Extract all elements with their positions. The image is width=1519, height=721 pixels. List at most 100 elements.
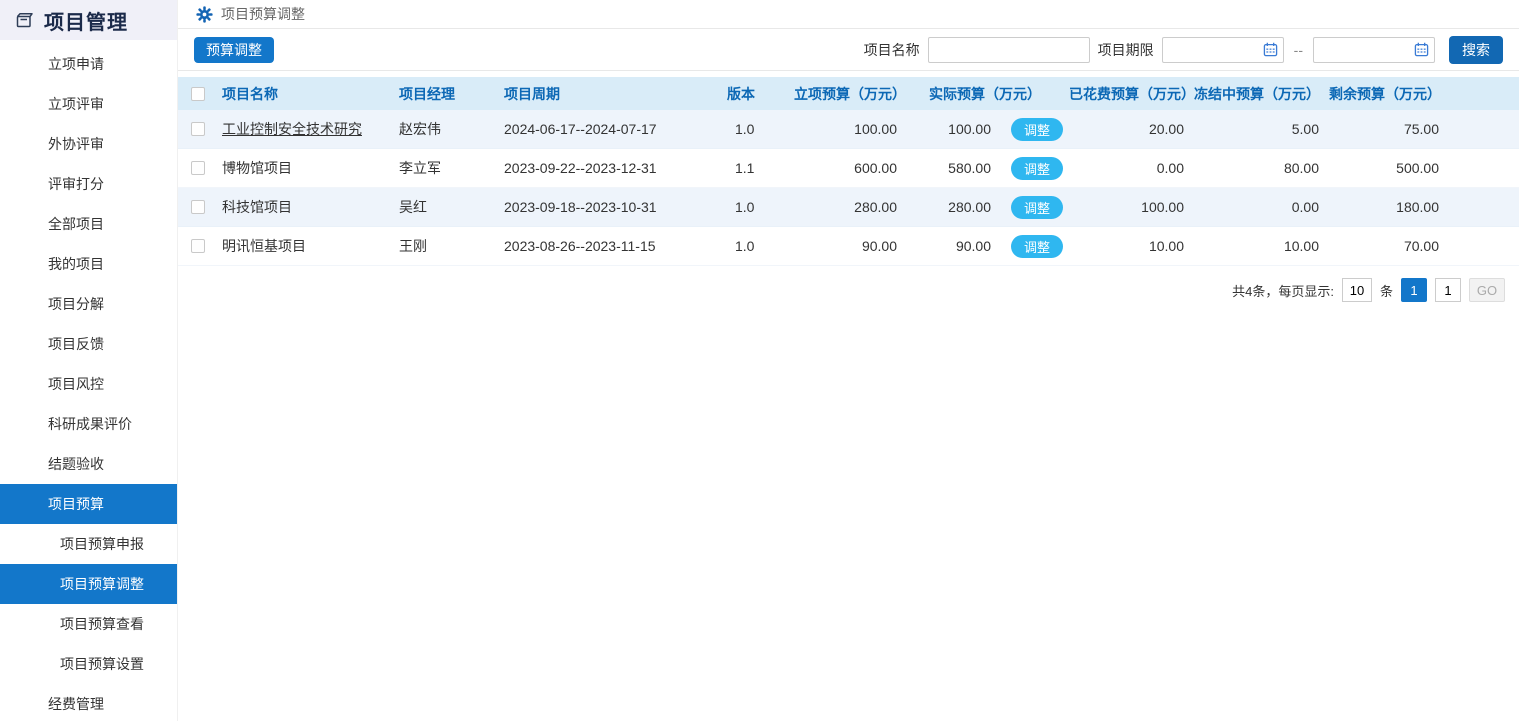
row-checkbox[interactable] bbox=[191, 239, 205, 253]
actual-budget: 580.00 bbox=[904, 160, 991, 176]
sidebar-item[interactable]: 项目分解 bbox=[0, 284, 177, 324]
row-checkbox[interactable] bbox=[191, 161, 205, 175]
table-header-row: 项目名称 项目经理 项目周期 版本 立项预算（万元） 实际预算（万元） 已花费预… bbox=[178, 77, 1519, 110]
col-header-name: 项目名称 bbox=[218, 84, 399, 104]
remaining-budget: 70.00 bbox=[1329, 238, 1454, 254]
current-page-button[interactable]: 1 bbox=[1401, 278, 1427, 302]
calendar-icon[interactable] bbox=[1263, 42, 1278, 60]
sidebar-item[interactable]: 科研成果评价 bbox=[0, 404, 177, 444]
col-header-approved: 立项预算（万元） bbox=[794, 84, 904, 104]
breadcrumb: 项目预算调整 bbox=[178, 0, 1519, 29]
sidebar: 项目管理 立项申请 立项评审 外协评审 评审打分 全部项目 我的项目 bbox=[0, 0, 178, 721]
sidebar-item[interactable]: 立项评审 bbox=[0, 84, 177, 124]
book-icon bbox=[14, 10, 34, 30]
page-title: 项目预算调整 bbox=[221, 4, 305, 24]
project-manager: 吴红 bbox=[399, 197, 504, 217]
sidebar-item-label: 我的项目 bbox=[48, 254, 104, 274]
sidebar-item-label: 项目反馈 bbox=[48, 334, 104, 354]
actual-budget: 100.00 bbox=[904, 121, 991, 137]
sidebar-item[interactable]: 项目预算申报 bbox=[0, 524, 177, 564]
sidebar-item-label: 全部项目 bbox=[48, 214, 104, 234]
sidebar-item-label: 项目风控 bbox=[48, 374, 104, 394]
adjust-button[interactable]: 调整 bbox=[1011, 196, 1063, 219]
adjust-button[interactable]: 调整 bbox=[1011, 235, 1063, 258]
page-size-unit: 条 bbox=[1380, 281, 1393, 300]
sidebar-item-label: 外协评审 bbox=[48, 134, 104, 154]
table-row: 明讯恒基项目 王刚 2023-08-26--2023-11-15 1.0 90.… bbox=[178, 227, 1519, 266]
sidebar-item-label: 结题验收 bbox=[48, 454, 104, 474]
gear-icon bbox=[196, 6, 213, 23]
adjust-button[interactable]: 调整 bbox=[1011, 157, 1063, 180]
date-range-separator: -- bbox=[1294, 42, 1303, 58]
sidebar-item[interactable]: 立项申请 bbox=[0, 44, 177, 84]
calendar-icon[interactable] bbox=[1414, 42, 1429, 60]
project-manager: 李立军 bbox=[399, 158, 504, 178]
sidebar-item-label: 立项申请 bbox=[48, 54, 104, 74]
project-name-link[interactable]: 博物馆项目 bbox=[222, 160, 292, 176]
sidebar-item[interactable]: 项目预算设置 bbox=[0, 644, 177, 684]
project-period-label: 项目期限 bbox=[1098, 40, 1154, 60]
sidebar-item[interactable]: 经费管理 bbox=[0, 684, 177, 721]
frozen-budget: 0.00 bbox=[1194, 199, 1329, 215]
project-period: 2023-09-18--2023-10-31 bbox=[504, 199, 727, 215]
col-header-period: 项目周期 bbox=[504, 84, 727, 104]
spent-budget: 10.00 bbox=[1069, 238, 1194, 254]
sidebar-item[interactable]: 项目风控 bbox=[0, 364, 177, 404]
col-header-spent: 已花费预算（万元） bbox=[1069, 84, 1194, 104]
project-manager: 王刚 bbox=[399, 236, 504, 256]
sidebar-item[interactable]: 外协评审 bbox=[0, 124, 177, 164]
sidebar-item[interactable]: 全部项目 bbox=[0, 204, 177, 244]
col-header-remaining: 剩余预算（万元） bbox=[1329, 84, 1454, 104]
page-jump-input[interactable] bbox=[1435, 278, 1461, 302]
col-header-version: 版本 bbox=[727, 84, 794, 104]
project-name-link[interactable]: 科技馆项目 bbox=[222, 199, 292, 215]
search-controls: 项目名称 项目期限 -- bbox=[864, 36, 1503, 64]
spent-budget: 100.00 bbox=[1069, 199, 1194, 215]
sidebar-item[interactable]: 项目反馈 bbox=[0, 324, 177, 364]
pagination: 共4条，每页显示: 条 1 GO bbox=[178, 278, 1519, 302]
sidebar-item[interactable]: 我的项目 bbox=[0, 244, 177, 284]
adjust-button[interactable]: 调整 bbox=[1011, 118, 1063, 141]
col-header-manager: 项目经理 bbox=[399, 84, 504, 104]
project-name-input[interactable] bbox=[928, 37, 1090, 63]
spent-budget: 0.00 bbox=[1069, 160, 1194, 176]
sidebar-item-label: 项目预算设置 bbox=[60, 654, 144, 674]
sidebar-menu: 立项申请 立项评审 外协评审 评审打分 全部项目 我的项目 项目分解 bbox=[0, 40, 177, 721]
sidebar-item[interactable]: 项目预算 bbox=[0, 484, 177, 524]
select-all-checkbox[interactable] bbox=[191, 87, 205, 101]
table-row: 博物馆项目 李立军 2023-09-22--2023-12-31 1.1 600… bbox=[178, 149, 1519, 188]
app-title: 项目管理 bbox=[44, 6, 128, 35]
sidebar-item-label: 评审打分 bbox=[48, 174, 104, 194]
budget-table: 项目名称 项目经理 项目周期 版本 立项预算（万元） 实际预算（万元） 已花费预… bbox=[178, 77, 1519, 266]
sidebar-item-label: 经费管理 bbox=[48, 694, 104, 714]
approved-budget: 100.00 bbox=[794, 121, 904, 137]
remaining-budget: 180.00 bbox=[1329, 199, 1454, 215]
approved-budget: 280.00 bbox=[794, 199, 904, 215]
row-checkbox[interactable] bbox=[191, 200, 205, 214]
actual-budget: 280.00 bbox=[904, 199, 991, 215]
page-size-input[interactable] bbox=[1342, 278, 1372, 302]
spent-budget: 20.00 bbox=[1069, 121, 1194, 137]
actual-budget: 90.00 bbox=[904, 238, 991, 254]
col-header-actual: 实际预算（万元） bbox=[904, 84, 1069, 104]
table-row: 科技馆项目 吴红 2023-09-18--2023-10-31 1.0 280.… bbox=[178, 188, 1519, 227]
period-end-field bbox=[1313, 37, 1435, 63]
project-name-link[interactable]: 明讯恒基项目 bbox=[222, 238, 306, 254]
budget-adjust-button[interactable]: 预算调整 bbox=[194, 37, 274, 63]
project-period: 2023-09-22--2023-12-31 bbox=[504, 160, 727, 176]
row-checkbox[interactable] bbox=[191, 122, 205, 136]
sidebar-item[interactable]: 结题验收 bbox=[0, 444, 177, 484]
go-button[interactable]: GO bbox=[1469, 278, 1505, 302]
sidebar-item[interactable]: 项目预算调整 bbox=[0, 564, 177, 604]
project-name-link[interactable]: 工业控制安全技术研究 bbox=[222, 121, 362, 137]
project-version: 1.0 bbox=[727, 121, 794, 137]
project-period: 2023-08-26--2023-11-15 bbox=[504, 238, 727, 254]
sidebar-item[interactable]: 项目预算查看 bbox=[0, 604, 177, 644]
project-version: 1.0 bbox=[727, 199, 794, 215]
project-version: 1.0 bbox=[727, 238, 794, 254]
approved-budget: 90.00 bbox=[794, 238, 904, 254]
sidebar-item-label: 科研成果评价 bbox=[48, 414, 132, 434]
sidebar-item[interactable]: 评审打分 bbox=[0, 164, 177, 204]
search-button[interactable]: 搜索 bbox=[1449, 36, 1503, 64]
sidebar-item-label: 立项评审 bbox=[48, 94, 104, 114]
